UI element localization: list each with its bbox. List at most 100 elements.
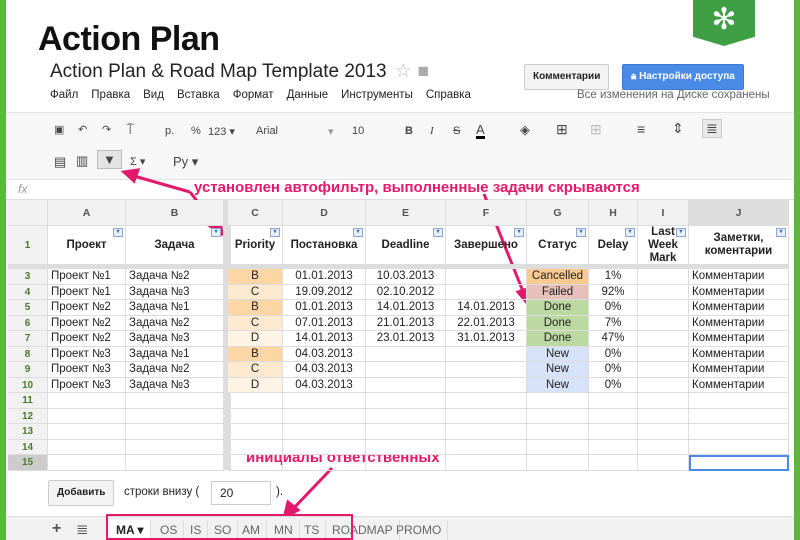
column-header-D[interactable]: D [283,200,366,226]
column-header-I[interactable]: I [638,200,689,226]
cell-A[interactable]: Проект №1 [48,284,126,300]
menu-item[interactable]: Данные [287,89,329,101]
print-icon[interactable]: ▣ [54,123,64,136]
cell-B[interactable]: Задача №2 [126,362,224,378]
filter-dropdown-icon[interactable]: ▾ [676,228,686,237]
cell-D[interactable]: 19.09.2012 [283,284,366,300]
sheet-list-icon[interactable]: ≣ [76,520,89,538]
cell-I[interactable] [638,269,689,285]
row-header[interactable]: 1 [8,226,48,265]
empty-cell[interactable] [638,408,689,424]
empty-cell[interactable] [283,424,366,440]
cell-H[interactable]: 0% [589,377,638,393]
empty-cell[interactable] [527,393,589,409]
cell-F[interactable] [446,284,527,300]
cell-F[interactable]: 31.01.2013 [446,331,527,347]
undo-icon[interactable]: ↶ [78,123,87,136]
currency-button[interactable]: р. [165,125,174,137]
cell-E[interactable] [366,346,446,362]
filter-dropdown-icon[interactable]: ▾ [776,228,786,237]
filter-dropdown-icon[interactable]: ▾ [514,228,524,237]
cell-E[interactable]: 10.03.2013 [366,269,446,285]
font-size-dropdown[interactable]: 10 [352,125,364,137]
input-language-dropdown[interactable]: Ру ▾ [173,154,198,170]
chart-icon[interactable]: ▥ [76,153,88,169]
row-header[interactable]: 7 [8,331,48,347]
empty-cell[interactable] [283,408,366,424]
empty-cell[interactable] [638,424,689,440]
empty-cell[interactable] [446,408,527,424]
empty-cell[interactable] [527,424,589,440]
empty-cell[interactable] [689,393,789,409]
sheet-tab[interactable]: PROMO [390,520,449,540]
cell-C[interactable]: C [228,284,283,300]
empty-cell[interactable] [638,393,689,409]
empty-cell[interactable] [527,408,589,424]
cell-C[interactable]: B [228,269,283,285]
cell-J[interactable]: Комментарии [689,331,789,347]
empty-cell[interactable] [366,393,446,409]
cell-J[interactable]: Комментарии [689,362,789,378]
wrap-text-icon[interactable]: ≣ [702,119,722,138]
header-cell[interactable]: Delay ▾ [589,226,638,265]
cell-G[interactable]: New [527,362,589,378]
header-cell[interactable]: Задача ▾ [126,226,224,265]
empty-cell[interactable] [589,439,638,455]
cell-D[interactable]: 04.03.2013 [283,362,366,378]
header-cell[interactable]: Проект ▾ [48,226,126,265]
bold-button[interactable]: B [405,125,413,137]
empty-cell[interactable] [228,455,283,471]
header-cell[interactable]: Last Week Mark ▾ [638,226,689,265]
header-cell[interactable]: Priority ▾ [228,226,283,265]
cell-G[interactable]: New [527,346,589,362]
cell-C[interactable]: B [228,346,283,362]
empty-cell[interactable] [228,393,283,409]
empty-cell[interactable] [589,393,638,409]
cell-A[interactable]: Проект №2 [48,315,126,331]
cell-A[interactable]: Проект №2 [48,331,126,347]
cell-A[interactable]: Проект №3 [48,346,126,362]
empty-cell[interactable] [638,455,689,471]
header-cell[interactable]: Заметки, коментарии ▾ [689,226,789,265]
add-sheet-icon[interactable]: + [52,520,61,538]
cell-G[interactable]: Done [527,300,589,316]
empty-cell[interactable] [126,393,224,409]
menu-item[interactable]: Правка [91,89,130,101]
empty-cell[interactable] [446,439,527,455]
cell-I[interactable] [638,315,689,331]
cell-J[interactable]: Комментарии [689,346,789,362]
empty-cell[interactable] [446,455,527,471]
cell-H[interactable]: 0% [589,300,638,316]
cell-F[interactable] [446,346,527,362]
cell-D[interactable]: 01.01.2013 [283,300,366,316]
empty-cell[interactable] [48,408,126,424]
add-rows-button[interactable]: Добавить [48,480,115,506]
cell-C[interactable]: C [228,315,283,331]
header-cell[interactable]: Статус ▾ [527,226,589,265]
header-cell[interactable]: Deadline ▾ [366,226,446,265]
filter-dropdown-icon[interactable]: ▾ [625,228,635,237]
fill-color-icon[interactable]: ◈ [520,122,530,138]
row-header[interactable]: 5 [8,300,48,316]
empty-cell[interactable] [48,439,126,455]
chevron-down-icon[interactable]: ▾ [328,125,334,138]
empty-cell[interactable] [366,439,446,455]
column-header-G[interactable]: G [527,200,589,226]
filter-dropdown-icon[interactable]: ▾ [353,228,363,237]
text-color-button[interactable]: A [476,123,485,139]
cell-E[interactable] [366,377,446,393]
share-button[interactable]: 🔒︎ Настройки доступа [622,64,744,90]
row-header[interactable]: 8 [8,346,48,362]
empty-cell[interactable] [366,408,446,424]
empty-cell[interactable] [689,424,789,440]
cell-B[interactable]: Задача №1 [126,300,224,316]
cell-J[interactable]: Комментарии [689,300,789,316]
row-header[interactable]: 3 [8,269,48,285]
empty-cell[interactable] [446,393,527,409]
column-header-H[interactable]: H [589,200,638,226]
cell-F[interactable] [446,269,527,285]
row-header[interactable]: 6 [8,315,48,331]
filter-dropdown-icon[interactable]: ▾ [211,228,221,237]
percent-button[interactable]: % [191,125,201,137]
filter-dropdown-icon[interactable]: ▾ [576,228,586,237]
